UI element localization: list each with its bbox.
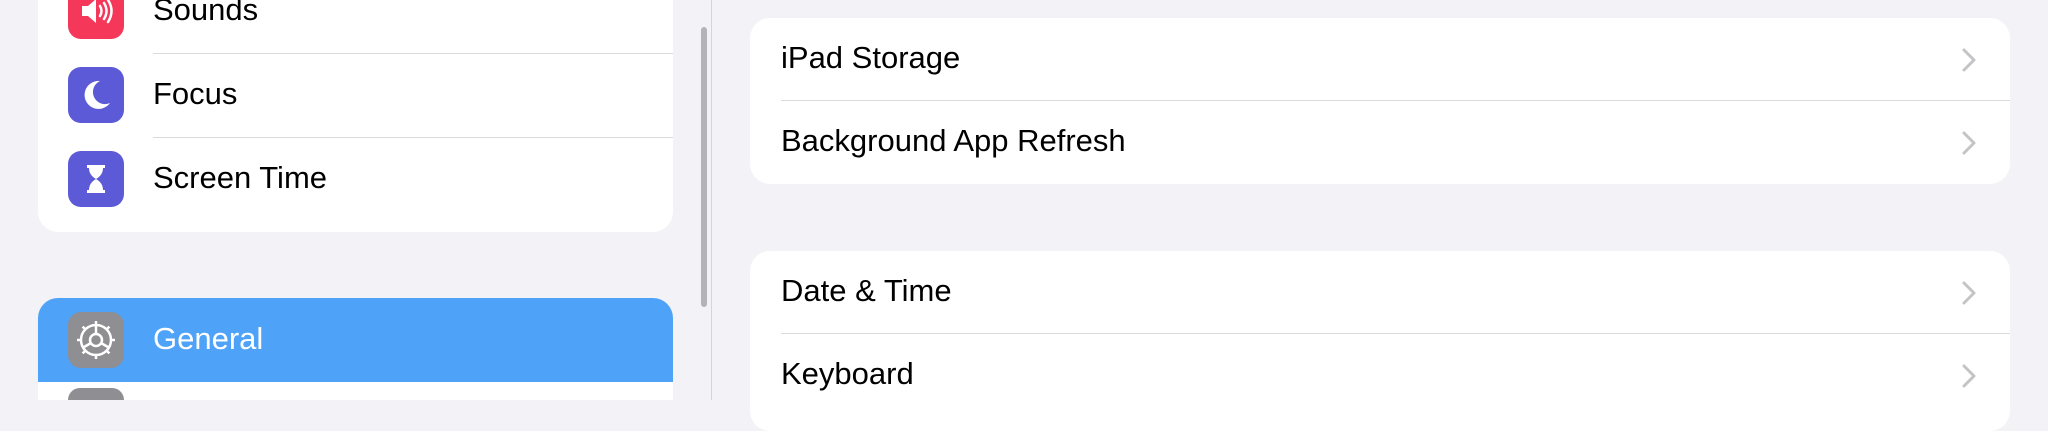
moon-icon <box>68 67 124 123</box>
chevron-right-icon <box>1962 131 1976 155</box>
chevron-right-icon <box>1962 48 1976 72</box>
speaker-icon <box>68 0 124 39</box>
sidebar-item-sounds[interactable]: Sounds <box>38 0 673 54</box>
keyboard-row[interactable]: Keyboard <box>750 334 2010 417</box>
settings-group-datetime: Date & Time Keyboard <box>750 251 2010 431</box>
sidebar-item-focus[interactable]: Focus <box>38 54 673 138</box>
sidebar-item-label: Sounds <box>153 0 259 27</box>
sidebar-item-general[interactable]: General <box>38 298 673 382</box>
row-label: iPad Storage <box>781 40 961 75</box>
settings-sidebar: Sounds Focus Screen Time General <box>0 0 712 400</box>
row-label: Keyboard <box>781 356 914 391</box>
hourglass-icon <box>68 151 124 207</box>
sidebar-scrollbar[interactable] <box>701 27 707 307</box>
sidebar-item-screen-time[interactable]: Screen Time <box>38 138 673 222</box>
row-label: Background App Refresh <box>781 123 1126 158</box>
background-app-refresh-row[interactable]: Background App Refresh <box>750 101 2010 184</box>
sidebar-item-label: Focus <box>153 76 238 111</box>
sidebar-item-partial[interactable] <box>38 382 673 400</box>
date-time-row[interactable]: Date & Time <box>750 251 2010 334</box>
settings-group-storage: iPad Storage Background App Refresh <box>750 18 2010 184</box>
sidebar-item-label: Screen Time <box>153 160 328 195</box>
row-label: Date & Time <box>781 273 952 308</box>
gear-icon <box>68 312 124 368</box>
split-view-divider <box>711 0 712 400</box>
sidebar-group: Sounds Focus Screen Time <box>38 0 673 232</box>
chevron-right-icon <box>1962 281 1976 305</box>
partial-icon <box>68 388 124 400</box>
ipad-storage-row[interactable]: iPad Storage <box>750 18 2010 101</box>
chevron-right-icon <box>1962 364 1976 388</box>
sidebar-item-label: General <box>153 321 264 356</box>
